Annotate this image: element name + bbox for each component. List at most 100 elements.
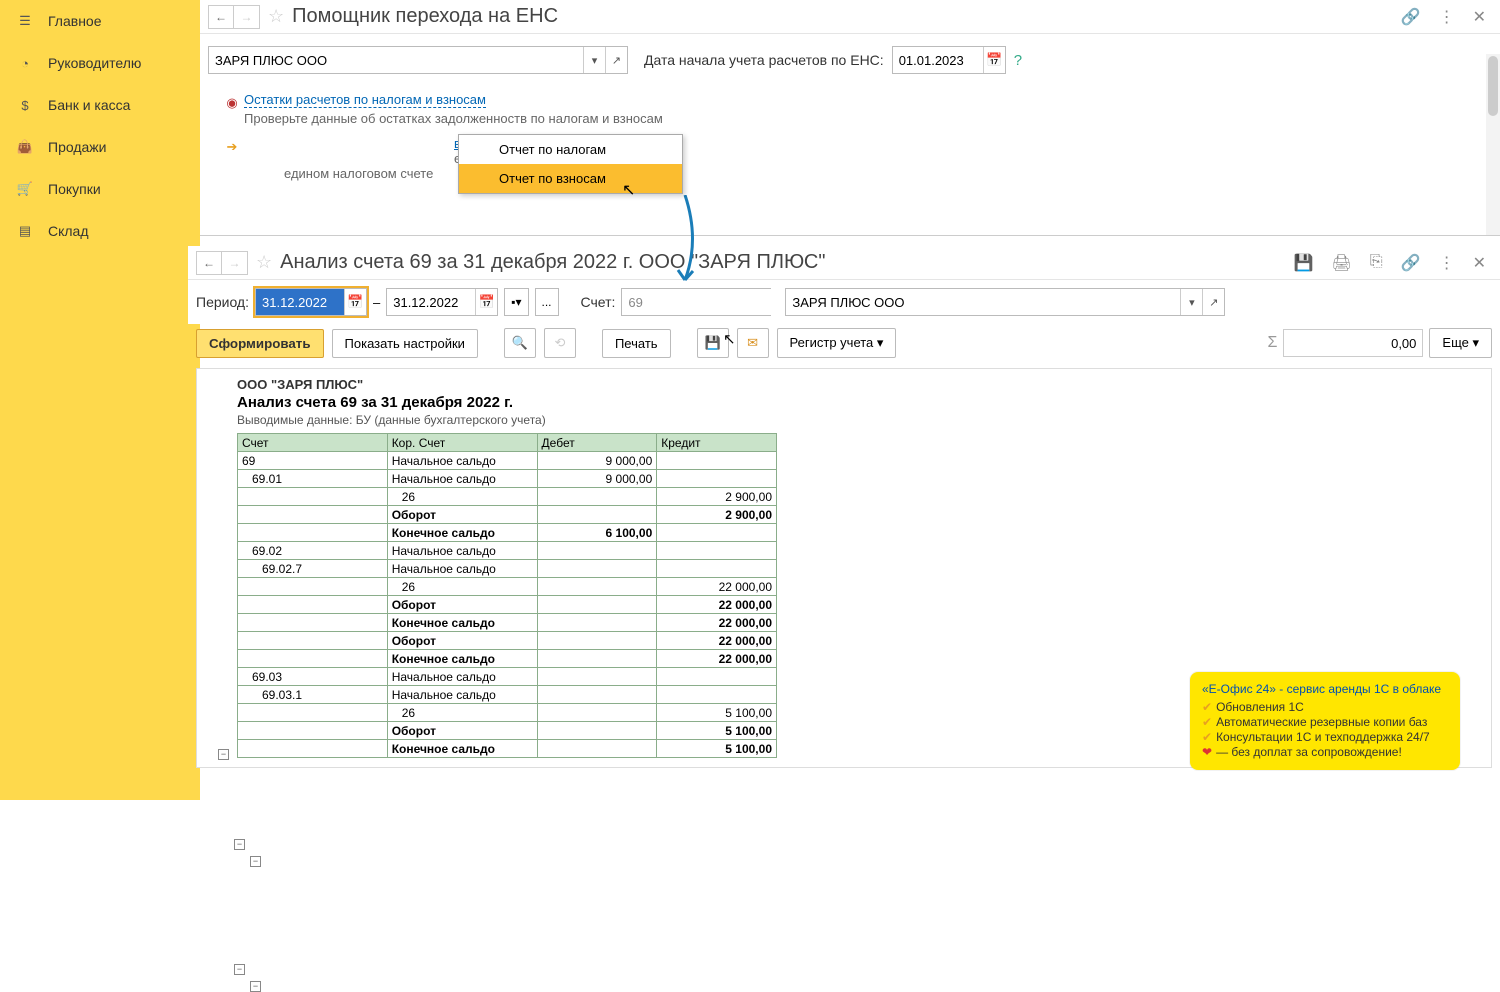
sidebar-item-main[interactable]: ☰ Главное <box>0 0 200 42</box>
calendar-icon[interactable]: 📅 <box>344 289 366 315</box>
sidebar-item-purchases[interactable]: 🛒 Покупки <box>0 168 200 210</box>
table-row[interactable]: 69.02.7Начальное сальдо <box>238 560 777 578</box>
sidebar-item-label: Главное <box>48 13 102 29</box>
registry-button[interactable]: Регистр учета ▾ <box>777 328 897 358</box>
link-icon[interactable]: 🔗 <box>1395 249 1427 277</box>
org-combo[interactable]: ▾ ↗ <box>208 46 628 74</box>
promo-line: ✔Автоматические резервные копии баз <box>1202 715 1448 729</box>
back-button[interactable]: ← <box>196 251 222 275</box>
account-input[interactable] <box>622 289 810 315</box>
more-icon[interactable]: ⋮ <box>1433 3 1461 31</box>
sidebar-item-warehouse[interactable]: ▤ Склад <box>0 210 200 252</box>
table-row[interactable]: Конечное сальдо22 000,00 <box>238 650 777 668</box>
back-button[interactable]: ← <box>208 5 234 29</box>
table-row[interactable]: Конечное сальдо22 000,00 <box>238 614 777 632</box>
sidebar-item-bank[interactable]: $ Банк и касса <box>0 84 200 126</box>
open-icon[interactable]: ↗ <box>605 47 627 73</box>
sidebar-item-manager[interactable]: ◔ Руководителю <box>0 42 200 84</box>
table-row[interactable]: Оборот5 100,00 <box>238 722 777 740</box>
sidebar-item-label: Склад <box>48 223 89 239</box>
search-icon[interactable]: 🔍 <box>504 328 536 358</box>
print-header-icon[interactable]: 🖨 <box>1326 249 1358 277</box>
more-button[interactable]: Еще ▾ <box>1429 328 1492 358</box>
open-icon[interactable]: ↗ <box>1202 289 1224 315</box>
pane2-title: Анализ счета 69 за 31 декабря 2022 г. ОО… <box>280 251 825 274</box>
table-row[interactable]: Оборот2 900,00 <box>238 506 777 524</box>
table-row[interactable]: 265 100,00 <box>238 704 777 722</box>
period-to-input[interactable] <box>387 289 475 315</box>
assistant-steps: ◉ Остатки расчетов по налогам и взносам … <box>200 86 1500 187</box>
period-from-input[interactable] <box>256 289 344 315</box>
sidebar-item-label: Руководителю <box>48 55 141 71</box>
step1-desc: Проверьте данные об остатках задолженнос… <box>244 111 1480 126</box>
close-icon[interactable]: ✕ <box>1467 249 1492 277</box>
more-icon[interactable]: ⋮ <box>1433 249 1461 277</box>
table-row[interactable]: 69Начальное сальдо9 000,00 <box>238 452 777 470</box>
page-icon[interactable]: ⎘ <box>1364 249 1389 277</box>
step1-link[interactable]: Остатки расчетов по налогам и взносам <box>244 92 486 108</box>
link-icon[interactable]: 🔗 <box>1395 3 1427 31</box>
period-more-button[interactable]: ... <box>535 288 559 316</box>
calendar-icon[interactable]: 📅 <box>983 47 1005 73</box>
pane2-header: ← → ☆ Анализ счета 69 за 31 декабря 2022… <box>188 246 1500 280</box>
table-row[interactable]: 69.01Начальное сальдо9 000,00 <box>238 470 777 488</box>
sidebar-item-sales[interactable]: 👜 Продажи <box>0 126 200 168</box>
table-row[interactable]: Оборот22 000,00 <box>238 632 777 650</box>
calendar-icon[interactable]: 📅 <box>475 289 497 315</box>
table-row[interactable]: 69.03Начальное сальдо <box>238 668 777 686</box>
tree-collapse-icon[interactable]: − <box>234 964 245 975</box>
org2-input[interactable] <box>786 289 1180 315</box>
annotation-arrow <box>645 195 715 285</box>
forward-button[interactable]: → <box>234 5 260 29</box>
table-row[interactable]: 2622 000,00 <box>238 578 777 596</box>
org2-combo[interactable]: ▾ ↗ <box>785 288 1225 316</box>
period-dash: – <box>373 295 380 310</box>
show-settings-button[interactable]: Показать настройки <box>332 329 478 358</box>
cart-icon: 🛒 <box>14 178 36 200</box>
date-start-field[interactable]: 📅 <box>892 46 1006 74</box>
pane1-header: ← → ☆ Помощник перехода на ЕНС 🔗 ⋮ ✕ <box>200 0 1500 34</box>
tree-collapse-icon[interactable]: − <box>234 839 245 850</box>
tree-collapse-icon[interactable]: − <box>250 856 261 867</box>
promo-line: ❤— без доплат за сопровождение! <box>1202 745 1448 759</box>
table-row[interactable]: Конечное сальдо6 100,00 <box>238 524 777 542</box>
favorite-icon[interactable]: ☆ <box>256 252 272 273</box>
table-row[interactable]: 69.02Начальное сальдо <box>238 542 777 560</box>
help-icon[interactable]: ? <box>1014 52 1022 69</box>
report-toolbar: Сформировать Показать настройки 🔍 ⟲ Печа… <box>188 324 1500 368</box>
period-from-field[interactable]: 📅 <box>255 288 367 316</box>
forward-button[interactable]: → <box>222 251 248 275</box>
dropdown-icon[interactable]: ▾ <box>1180 289 1202 315</box>
tree-collapse-icon[interactable]: − <box>218 749 229 760</box>
account-combo[interactable]: ▾ ↗ <box>621 288 771 316</box>
table-row[interactable]: Конечное сальдо5 100,00 <box>238 740 777 758</box>
period-to-field[interactable]: 📅 <box>386 288 498 316</box>
col-account: Счет <box>238 434 388 452</box>
date-start-input[interactable] <box>893 47 983 73</box>
report-org: ООО "ЗАРЯ ПЛЮС" <box>237 377 1451 392</box>
refresh-search-icon[interactable]: ⟲ <box>544 328 576 358</box>
table-row[interactable]: 262 900,00 <box>238 488 777 506</box>
table-row[interactable]: Оборот22 000,00 <box>238 596 777 614</box>
menu-item-contributions[interactable]: Отчет по взносам <box>459 164 682 193</box>
print-button[interactable]: Печать <box>602 329 671 358</box>
save-icon[interactable]: 💾 <box>1288 249 1320 277</box>
table-row[interactable]: 69.03.1Начальное сальдо <box>238 686 777 704</box>
promo-title: «Е-Офис 24» - сервис аренды 1С в облаке <box>1202 682 1448 696</box>
close-icon[interactable]: ✕ <box>1467 3 1492 31</box>
tree-collapse-icon[interactable]: − <box>250 981 261 992</box>
sidebar-item-label: Покупки <box>48 181 101 197</box>
period-preset-button[interactable]: ▪▾ <box>504 288 528 316</box>
email-icon[interactable]: ✉ <box>737 328 769 358</box>
date-start-label: Дата начала учета расчетов по ЕНС: <box>644 52 884 68</box>
org-input[interactable] <box>209 47 583 73</box>
dropdown-icon[interactable]: ▾ <box>583 47 605 73</box>
favorite-icon[interactable]: ☆ <box>268 6 284 27</box>
cursor-icon: ↖ <box>622 180 635 200</box>
pane1-scrollbar[interactable] <box>1486 54 1500 235</box>
generate-button[interactable]: Сформировать <box>196 329 324 358</box>
ens-assistant-pane: ← → ☆ Помощник перехода на ЕНС 🔗 ⋮ ✕ ▾ ↗… <box>200 0 1500 236</box>
menu-item-taxes[interactable]: Отчет по налогам <box>459 135 682 164</box>
pane1-title: Помощник перехода на ЕНС <box>292 5 558 28</box>
sum-input[interactable] <box>1283 329 1423 357</box>
